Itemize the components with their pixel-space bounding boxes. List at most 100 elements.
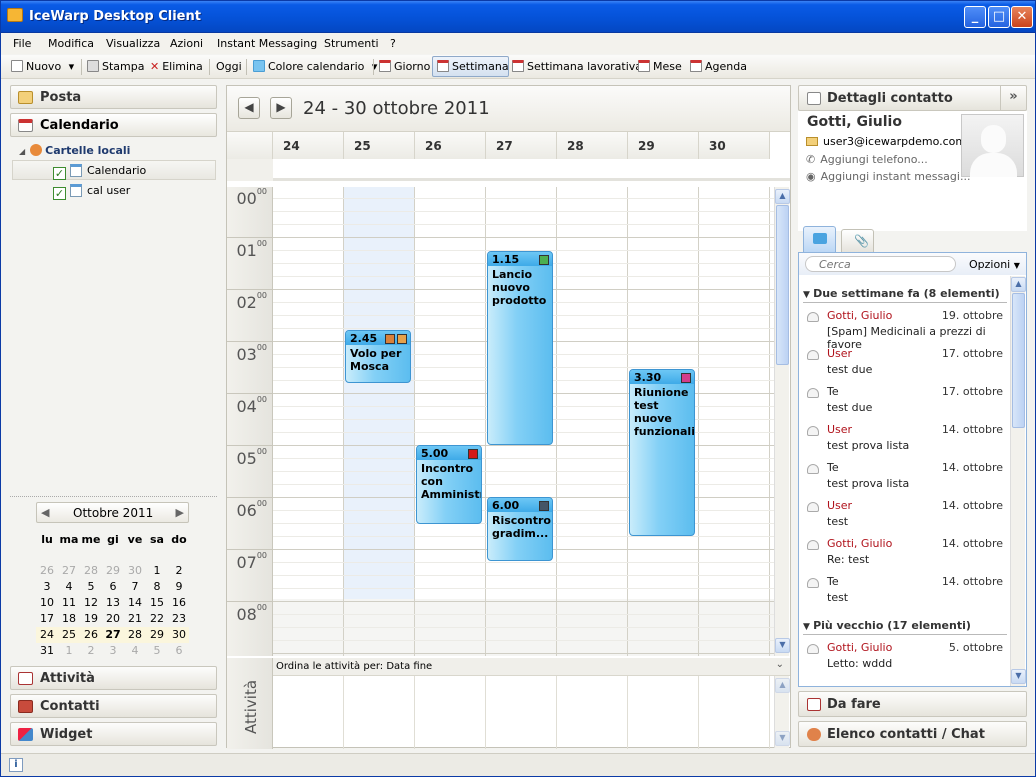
nav-widget[interactable]: Widget	[10, 722, 217, 746]
minimize-button[interactable]: _	[964, 6, 986, 28]
tasks-scrollbar[interactable]: ▲ ▼	[774, 676, 790, 748]
history-scrollbar[interactable]: ▲ ▼	[1010, 276, 1026, 686]
nav-contacts[interactable]: Contatti	[10, 694, 217, 718]
minical-day[interactable]: 29	[102, 564, 124, 577]
minical-day[interactable]: 9	[168, 580, 190, 593]
new-button[interactable]: Nuovo ▾	[11, 60, 74, 73]
scroll-up-button[interactable]: ▲	[775, 678, 790, 693]
calendar-color-button[interactable]: Colore calendario ▾	[253, 60, 377, 73]
grid-scrollbar[interactable]: ▲ ▼	[774, 187, 790, 656]
minical-day[interactable]: 31	[36, 644, 58, 657]
minical-day[interactable]: 22	[146, 612, 168, 625]
week-view-button[interactable]: Settimana	[437, 60, 509, 73]
minical-day[interactable]: 4	[58, 580, 80, 593]
nav-calendar[interactable]: Calendario	[10, 113, 217, 137]
time-grid[interactable]: 0000 0100 0200 0300 0400 0500 0600 0700 0800 2.45…	[227, 187, 775, 656]
minical-day[interactable]: 10	[36, 596, 58, 609]
checkbox-checked[interactable]: ✓	[53, 187, 66, 200]
minical-day[interactable]: 23	[168, 612, 190, 625]
minical-day[interactable]: 12	[80, 596, 102, 609]
scroll-down-button[interactable]: ▼	[1011, 669, 1026, 684]
minical-day[interactable]: 11	[58, 596, 80, 609]
minical-prev-button[interactable]: ◀	[41, 506, 49, 519]
prev-week-button[interactable]: ◀	[238, 97, 260, 119]
info-icon[interactable]: i	[9, 758, 23, 772]
minical-day[interactable]: 14	[124, 596, 146, 609]
tasks-sort-bar[interactable]: Ordina le attività per: Data fine ⌄	[273, 658, 790, 676]
day-header[interactable]: 28	[557, 132, 628, 159]
todo-section[interactable]: Da fare	[798, 691, 1027, 717]
menu-strumenti[interactable]: Strumenti	[324, 37, 379, 50]
nav-mail[interactable]: Posta	[10, 85, 217, 109]
collapse-panel-button[interactable]: »	[1000, 85, 1026, 111]
collapse-triangle-icon[interactable]: ◢	[19, 147, 25, 156]
minical-day[interactable]: 30	[168, 628, 190, 641]
scroll-down-button[interactable]: ▼	[775, 731, 790, 746]
menu-modifica[interactable]: Modifica	[48, 37, 94, 50]
minical-day[interactable]: 2	[168, 564, 190, 577]
history-item[interactable]: User 14. ottobre test prova lista	[799, 422, 1009, 460]
calendar-event[interactable]: 3.30Riunione test nuove funzionalità	[629, 369, 695, 536]
history-item[interactable]: User 17. ottobre test due	[799, 346, 1009, 384]
minical-day[interactable]: 1	[146, 564, 168, 577]
contact-details-header[interactable]: Dettagli contatto »	[798, 85, 1027, 111]
menu-visualizza[interactable]: Visualizza	[106, 37, 160, 50]
history-item[interactable]: Te 14. ottobre test	[799, 574, 1009, 612]
minical-day[interactable]: 4	[124, 644, 146, 657]
folder-cal-user[interactable]: ✓ cal user	[53, 184, 130, 200]
minical-day[interactable]: 3	[36, 580, 58, 593]
close-button[interactable]: ✕	[1011, 6, 1033, 28]
minical-day[interactable]: 13	[102, 596, 124, 609]
minical-day[interactable]: 28	[80, 564, 102, 577]
menu-help[interactable]: ?	[390, 37, 396, 50]
scroll-down-button[interactable]: ▼	[775, 638, 790, 653]
checkbox-checked[interactable]: ✓	[53, 167, 66, 180]
minical-day[interactable]: 18	[58, 612, 80, 625]
add-phone-link[interactable]: ✆ Aggiungi telefono...	[806, 153, 928, 166]
minical-day[interactable]: 21	[124, 612, 146, 625]
next-week-button[interactable]: ▶	[270, 97, 292, 119]
today-button[interactable]: Oggi	[216, 60, 242, 73]
contact-list-section[interactable]: Elenco contatti / Chat	[798, 721, 1027, 747]
minical-day[interactable]: 25	[58, 628, 80, 641]
minical-day[interactable]: 1	[58, 644, 80, 657]
options-menu[interactable]: Opzioni ▼	[969, 258, 1020, 271]
folder-calendario[interactable]: ✓ Calendario	[53, 164, 146, 180]
day-view-button[interactable]: Giorno	[379, 60, 430, 73]
day-header[interactable]: 27	[486, 132, 557, 159]
minical-day[interactable]: 3	[102, 644, 124, 657]
calendar-event[interactable]: 6.00 Riscontro gradim...	[487, 497, 553, 561]
all-day-row[interactable]	[227, 159, 790, 181]
agenda-view-button[interactable]: Agenda	[690, 60, 747, 73]
collapse-chevron-icon[interactable]: ⌄	[776, 659, 784, 670]
minical-day[interactable]: 16	[168, 596, 190, 609]
maximize-button[interactable]: □	[988, 6, 1010, 28]
minical-day[interactable]: 6	[102, 580, 124, 593]
minical-day[interactable]: 15	[146, 596, 168, 609]
day-header[interactable]: 30	[699, 132, 770, 159]
menu-file[interactable]: File	[13, 37, 31, 50]
calendar-event[interactable]: 1.15 Lancio nuovo prodotto	[487, 251, 553, 445]
minical-day[interactable]: 8	[146, 580, 168, 593]
history-item[interactable]: User 14. ottobre test	[799, 498, 1009, 536]
menu-azioni[interactable]: Azioni	[170, 37, 203, 50]
calendar-event[interactable]: 5.00Incontro con Amministratore...	[416, 445, 482, 524]
search-input[interactable]	[805, 256, 956, 272]
minical-day[interactable]: 27	[58, 564, 80, 577]
history-item[interactable]: Gotti, Giulio 14. ottobre Re: test	[799, 536, 1009, 574]
minical-next-button[interactable]: ▶	[176, 506, 184, 519]
history-group-header[interactable]: ▼ Più vecchio (17 elementi)	[803, 619, 1007, 635]
history-item[interactable]: Gotti, Giulio 19. ottobre [Spam] Medicinal…	[799, 308, 1009, 351]
calendar-event[interactable]: 2.45 Volo per Mosca	[345, 330, 411, 383]
minical-day[interactable]: 2	[80, 644, 102, 657]
day-header[interactable]: 29	[628, 132, 699, 159]
minical-day[interactable]: 19	[80, 612, 102, 625]
minical-day[interactable]: 30	[124, 564, 146, 577]
scroll-up-button[interactable]: ▲	[775, 189, 790, 204]
scroll-up-button[interactable]: ▲	[1011, 277, 1026, 292]
minical-day[interactable]: 5	[80, 580, 102, 593]
minical-day[interactable]: 26	[36, 564, 58, 577]
splitter[interactable]	[10, 496, 217, 497]
tasks-area[interactable]	[273, 676, 775, 749]
day-header[interactable]: 25	[344, 132, 415, 159]
